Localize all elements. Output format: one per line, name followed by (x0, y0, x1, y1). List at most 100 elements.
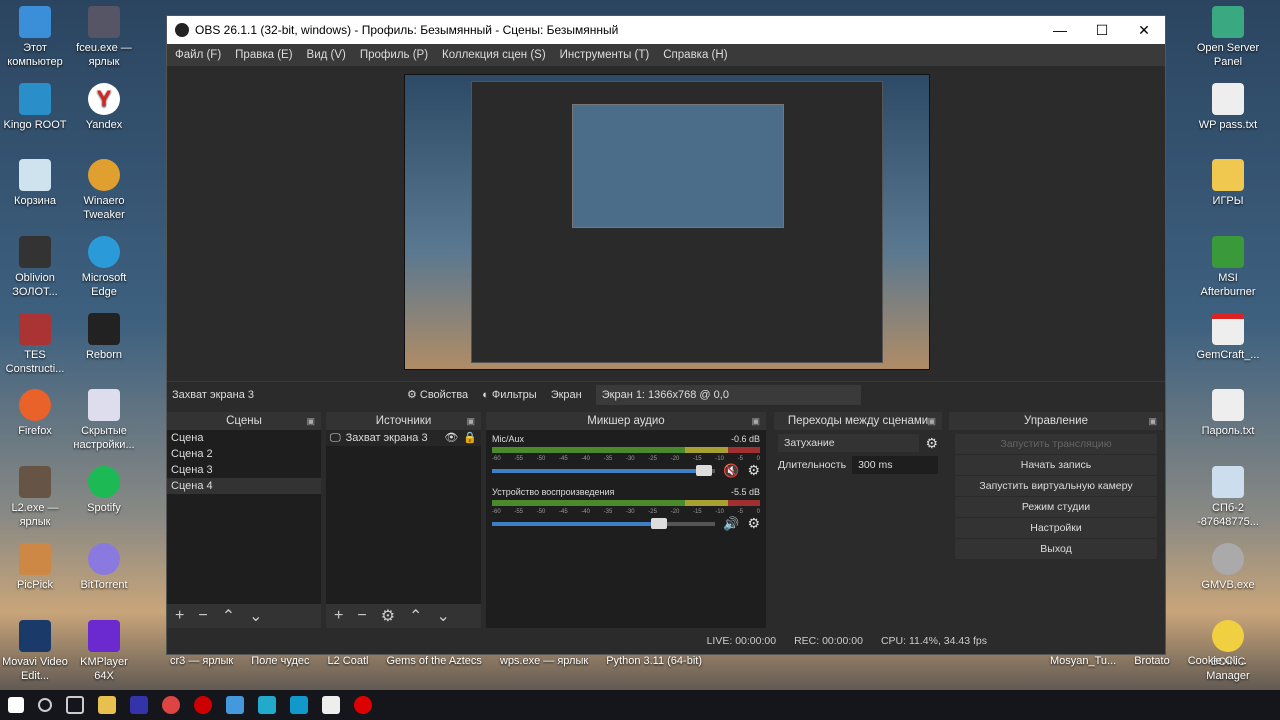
desktop-icon[interactable]: GMVB.exe (1193, 542, 1263, 620)
source-item[interactable]: 🖵 Захват экрана 3 👁 🔒 (326, 430, 481, 446)
desktop-icon-label[interactable]: wps.exe — ярлык (500, 655, 588, 690)
minimize-button[interactable]: — (1039, 22, 1081, 39)
screen-select[interactable]: Экран 1: 1366x768 @ 0,0 (595, 384, 861, 405)
desktop-icon[interactable]: Winaero Tweaker (69, 159, 139, 236)
gear-icon[interactable]: ⚙ (747, 462, 760, 479)
desktop-icon[interactable]: Скрытые настройки... (69, 389, 139, 466)
menu-scene-collection[interactable]: Коллекция сцен (S) (442, 49, 546, 61)
desktop-icon[interactable]: KMPlayer 64X (69, 619, 139, 697)
desktop-icon-label[interactable]: Поле чудес (251, 655, 309, 690)
speaker-icon[interactable]: 🔊 (723, 516, 739, 532)
volume-slider[interactable] (492, 517, 716, 529)
eye-icon[interactable]: 👁 (444, 430, 458, 446)
desktop-icon[interactable]: Open Server Panel (1193, 6, 1263, 83)
desktop-icon[interactable]: GemCraft_... (1193, 312, 1263, 390)
menu-help[interactable]: Справка (H) (663, 49, 727, 61)
edge-icon[interactable] (258, 696, 276, 714)
maximize-button[interactable]: ☐ (1081, 22, 1123, 39)
move-up-icon[interactable]: ⌃ (409, 606, 422, 626)
obs-taskbar-icon[interactable] (354, 696, 372, 714)
add-icon[interactable]: + (175, 607, 184, 625)
menu-profile[interactable]: Профиль (P) (360, 49, 428, 61)
close-button[interactable]: ✕ (1123, 22, 1165, 39)
move-down-icon[interactable]: ⌄ (249, 606, 262, 626)
desktop-icon[interactable]: Kingo ROOT (0, 82, 70, 160)
scene-item[interactable]: Сцена 3 (167, 462, 321, 478)
desktop-icon-label[interactable]: Python 3.11 (64-bit) (606, 655, 702, 690)
move-down-icon[interactable]: ⌄ (436, 606, 449, 626)
desktop-icon[interactable]: Пароль.txt (1193, 389, 1263, 466)
remove-icon[interactable]: − (357, 607, 366, 625)
desktop-icon[interactable]: TES Constructi... (0, 312, 70, 390)
scene-item[interactable]: Сцена 2 (167, 446, 321, 462)
task-view-icon[interactable] (66, 696, 84, 714)
volume-slider-knob[interactable] (696, 464, 713, 476)
float-icon[interactable]: ▣ (751, 412, 760, 430)
gear-icon[interactable]: ⚙ (381, 606, 395, 626)
start-streaming-button[interactable]: Запустить трансляцию (955, 434, 1157, 455)
properties-button[interactable]: ⚙ Свойства (407, 388, 468, 402)
gear-icon[interactable]: ⚙ (747, 515, 760, 532)
lock-icon[interactable]: 🔒 (463, 430, 481, 446)
float-icon[interactable]: ▣ (1148, 412, 1157, 430)
float-icon[interactable]: ▣ (306, 412, 315, 430)
move-up-icon[interactable]: ⌃ (222, 606, 235, 626)
app-icon[interactable] (194, 696, 212, 714)
exit-button[interactable]: Выход (955, 539, 1157, 560)
desktop-icon-label[interactable]: Gems of the Aztecs (387, 655, 482, 690)
desktop-icon[interactable]: Oblivion ЗОЛОТ... (0, 236, 70, 313)
menu-file[interactable]: Файл (F) (175, 49, 221, 61)
scene-item[interactable]: Сцена (167, 430, 321, 446)
desktop-icon[interactable]: Firefox (0, 389, 70, 466)
preview-area[interactable] (167, 66, 1165, 381)
volume-slider[interactable] (492, 464, 716, 476)
desktop-icon[interactable]: Корзина (0, 159, 70, 236)
app-icon (19, 542, 51, 575)
menu-edit[interactable]: Правка (E) (235, 49, 292, 61)
remove-icon[interactable]: − (198, 607, 207, 625)
desktop-icon-label[interactable]: Cookie.Cli... (1188, 655, 1247, 690)
app-icon[interactable] (290, 696, 308, 714)
desktop-icon[interactable]: Y Yandex (69, 82, 139, 160)
settings-button[interactable]: Настройки (955, 518, 1157, 539)
filters-button[interactable]: ◐ Фильтры (482, 389, 537, 401)
app-icon[interactable] (162, 696, 180, 714)
transition-select[interactable]: Затухание (778, 434, 920, 452)
desktop-icon[interactable]: fceu.exe — ярлык (69, 6, 139, 83)
add-icon[interactable]: + (334, 607, 343, 625)
desktop-icon-label[interactable]: Brotato (1134, 655, 1169, 690)
duration-input[interactable]: 300 ms (852, 456, 938, 474)
desktop-icon[interactable]: Microsoft Edge (69, 236, 139, 313)
desktop-icon-label[interactable]: cr3 — ярлык (170, 655, 233, 690)
desktop-icon[interactable]: Reborn (69, 312, 139, 390)
desktop-icon[interactable]: MSI Afterburner (1193, 236, 1263, 313)
app-icon[interactable] (226, 696, 244, 714)
desktop-icon[interactable]: Movavi Video Edit... (0, 619, 70, 697)
menu-tools[interactable]: Инструменты (T) (560, 49, 650, 61)
gear-icon[interactable]: ⚙ (925, 435, 938, 452)
desktop-icon-label[interactable]: L2 Coatl (328, 655, 369, 690)
file-explorer-icon[interactable] (98, 696, 116, 714)
scene-item-selected[interactable]: Сцена 4 (167, 478, 321, 494)
menu-view[interactable]: Вид (V) (307, 49, 346, 61)
start-recording-button[interactable]: Начать запись (955, 455, 1157, 476)
desktop-icon[interactable]: BitTorrent (69, 542, 139, 620)
notepad-icon[interactable] (322, 696, 340, 714)
desktop-icon[interactable]: ИГРЫ (1193, 159, 1263, 236)
desktop-icon[interactable]: WP pass.txt (1193, 82, 1263, 160)
speaker-muted-icon[interactable]: 🔇 (723, 463, 739, 479)
app-icon[interactable] (130, 696, 148, 714)
float-icon[interactable]: ▣ (466, 412, 475, 430)
float-icon[interactable]: ▣ (927, 412, 936, 430)
volume-slider-knob[interactable] (651, 517, 668, 529)
desktop-icon[interactable]: L2.exe — ярлык (0, 466, 70, 543)
desktop-icon-label[interactable]: Mosyan_Tu... (1050, 655, 1116, 690)
desktop-icon[interactable]: Этот компьютер (0, 6, 70, 83)
studio-mode-button[interactable]: Режим студии (955, 497, 1157, 518)
start-button-icon[interactable] (8, 697, 24, 713)
desktop-icon[interactable]: Spotify (69, 466, 139, 543)
start-virtual-camera-button[interactable]: Запустить виртуальную камеру (955, 476, 1157, 497)
desktop-icon[interactable]: PicPick (0, 542, 70, 620)
desktop-icon[interactable]: СПб-2 -87648775... (1193, 466, 1263, 543)
search-icon[interactable] (38, 698, 52, 712)
